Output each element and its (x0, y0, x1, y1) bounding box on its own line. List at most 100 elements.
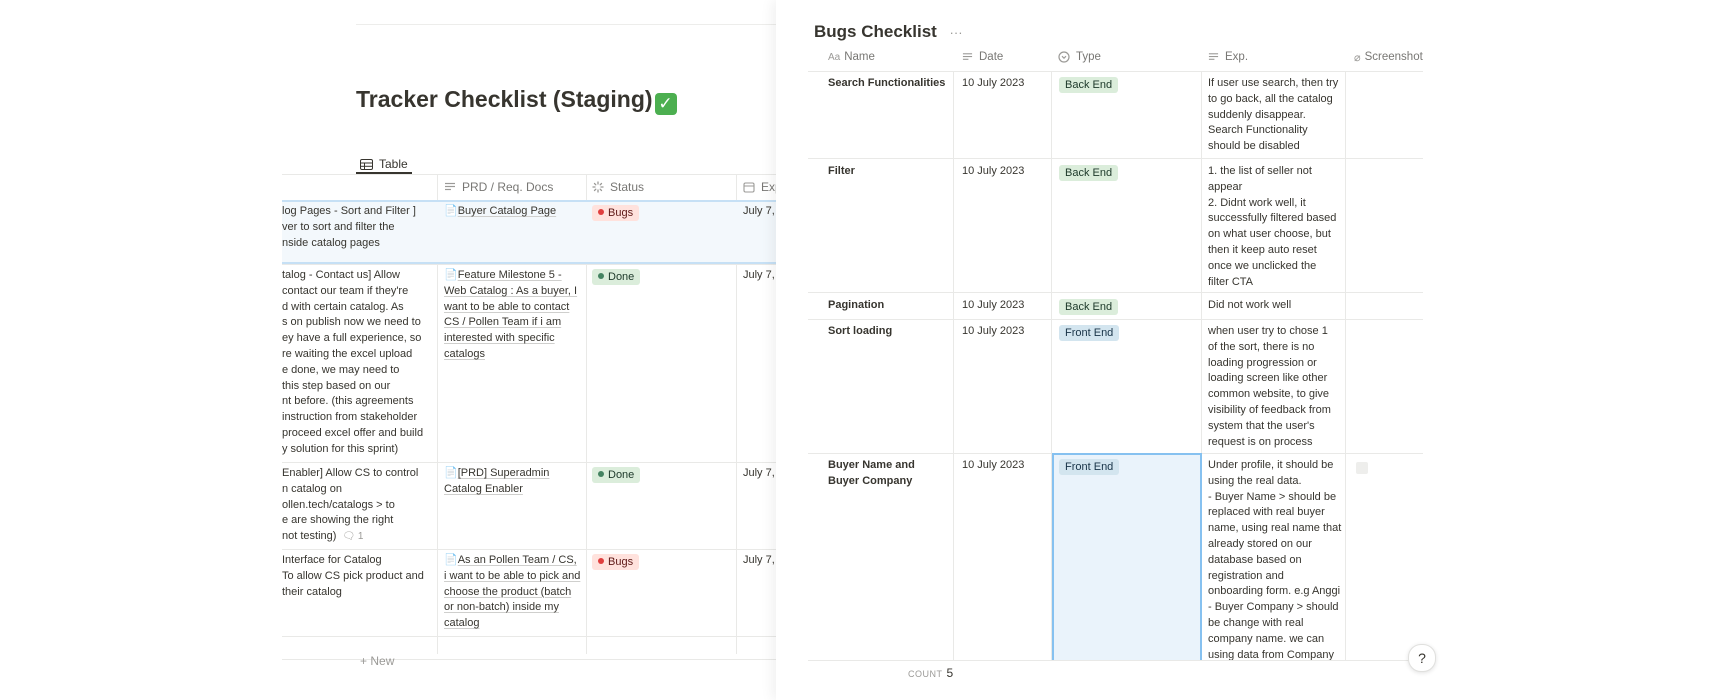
status-badge: Done (592, 467, 641, 483)
row-title[interactable]: Enabler] Allow CS to control n catalog o… (282, 466, 437, 545)
row-title-line: log Pages - Sort and Filter ] (282, 205, 416, 217)
bug-explanation[interactable]: when user try to chose 1 of the sort, th… (1208, 324, 1344, 450)
page-top-divider (356, 24, 776, 25)
exp-date[interactable]: July 7, (743, 553, 775, 569)
bug-name[interactable]: Filter (828, 164, 948, 180)
status-cell[interactable]: Done (592, 467, 641, 484)
exp-line: onboarding form. e.g Anggi (1208, 585, 1341, 598)
prd-doc-link[interactable]: 📄Feature Milestone 5 - Web Catalog : As … (444, 268, 582, 363)
bug-explanation[interactable]: Did not work well (1208, 298, 1344, 314)
bug-date[interactable]: 10 July 2023 (962, 164, 1024, 180)
page-title-text: Tracker Checklist (Staging) (356, 86, 653, 112)
bug-date[interactable]: 10 July 2023 (962, 324, 1024, 340)
exp-line: registration and (1208, 569, 1284, 582)
bug-name[interactable]: Buyer Name and Buyer Company (828, 458, 948, 490)
type-cell[interactable]: Back End (1059, 165, 1119, 182)
bug-date[interactable]: 10 July 2023 (962, 298, 1024, 314)
status-dot (598, 273, 604, 279)
prd-doc-text: As an Pollen Team / CS, i want to be abl… (444, 554, 581, 630)
prd-doc-text: Feature Milestone 5 - Web Catalog : As a… (444, 269, 578, 360)
bugs-checklist-panel: Bugs Checklist ··· Aa Name Date Type Exp… (776, 0, 1727, 700)
type-badge: Back End (1059, 299, 1119, 315)
exp-line: company name. we can (1208, 632, 1325, 645)
status-badge-label: Done (608, 271, 635, 283)
column-header-prd[interactable]: PRD / Req. Docs (444, 174, 553, 200)
status-loader-icon (592, 181, 604, 193)
column-header-type[interactable]: Type (1058, 44, 1101, 70)
exp-line: system that the user's (1208, 419, 1315, 432)
type-badge: Back End (1059, 165, 1119, 181)
prd-doc-link[interactable]: 📄As an Pollen Team / CS, i want to be ab… (444, 553, 582, 632)
exp-line: Did not work well (1208, 299, 1292, 311)
row-title-line: d with certain catalog. As (282, 300, 404, 313)
text-lines-icon (1208, 53, 1219, 60)
column-divider (1345, 71, 1346, 660)
exp-line: successfully filtered based (1208, 212, 1337, 225)
row-title[interactable]: talog - Contact us] Allow contact our te… (282, 268, 437, 458)
screenshot-thumbnail[interactable] (1356, 462, 1368, 474)
prd-doc-link[interactable]: 📄[PRD] Superadmin Catalog Enabler (444, 466, 582, 498)
bug-name[interactable]: Sort loading (828, 324, 948, 340)
exp-line: appear (1208, 180, 1243, 193)
column-header-exp[interactable]: Exp. (1208, 44, 1248, 70)
comment-indicator[interactable]: 🗨 1 (342, 531, 363, 542)
selected-type-cell[interactable] (1052, 453, 1202, 660)
table-icon (360, 158, 373, 170)
row-title[interactable]: log Pages - Sort and Filter ] ver to sor… (282, 204, 437, 251)
row-title[interactable]: Interface for Catalog To allow CS pick p… (282, 553, 437, 600)
exp-line: filter CTA (1208, 275, 1254, 288)
status-dot (598, 558, 604, 564)
exp-line: using data from Company (1208, 648, 1334, 660)
exp-line: when user try to chose 1 (1208, 325, 1328, 337)
help-button[interactable]: ? (1408, 644, 1436, 672)
status-cell[interactable]: Bugs (592, 205, 640, 222)
column-header-screenshot[interactable]: ⌀ Screenshot bugs (1354, 44, 1423, 70)
check-mark-emoji: ✓ (654, 93, 677, 115)
row-title-line: re waiting the excel upload (282, 347, 413, 360)
type-cell[interactable]: Front End (1059, 459, 1120, 476)
row-border (808, 158, 1423, 159)
table-bottom-border (808, 660, 1423, 661)
exp-line: If user use search, then try (1208, 77, 1339, 89)
bug-explanation[interactable]: 1. the list of seller not appear 2. Didn… (1208, 164, 1344, 290)
page-title[interactable]: Tracker Checklist (Staging) ✓ (356, 86, 677, 115)
bug-explanation[interactable]: Under profile, it should be using the re… (1208, 458, 1344, 660)
comment-count: 1 (357, 531, 364, 543)
exp-date[interactable]: July 7, (743, 204, 775, 220)
type-cell[interactable]: Back End (1059, 77, 1119, 94)
bug-date[interactable]: 10 July 2023 (962, 458, 1024, 474)
row-title-line: y solution for this sprint) (282, 442, 399, 455)
type-badge: Front End (1059, 325, 1120, 341)
prd-doc-text: [PRD] Superadmin Catalog Enabler (444, 467, 550, 495)
new-row-button[interactable]: + New (360, 654, 394, 668)
exp-line: Under profile, it should be (1208, 459, 1334, 471)
type-cell[interactable]: Front End (1059, 325, 1120, 342)
exp-date[interactable]: July 7, (743, 268, 775, 284)
calendar-icon (743, 182, 755, 193)
type-badge: Back End (1059, 77, 1119, 93)
exp-line: 2. Didnt work well, it (1208, 196, 1306, 209)
bug-name[interactable]: Pagination (828, 298, 948, 314)
row-title-line: e done, we may need to (282, 363, 400, 376)
status-cell[interactable]: Done (592, 269, 641, 286)
exp-line: - Buyer Company > should (1208, 601, 1339, 614)
column-header-name[interactable]: Aa Name (828, 44, 875, 70)
text-lines-icon (445, 182, 455, 191)
status-cell[interactable]: Bugs (592, 554, 640, 571)
count-label: COUNT (908, 669, 943, 679)
bug-date[interactable]: 10 July 2023 (962, 76, 1024, 92)
column-header-prd-label: PRD / Req. Docs (462, 180, 554, 194)
bug-explanation[interactable]: If user use search, then try to go back,… (1208, 76, 1344, 155)
more-options-icon[interactable]: ··· (950, 25, 963, 40)
column-header-date[interactable]: Date (962, 44, 1003, 70)
exp-line: database based on (1208, 553, 1302, 566)
prd-doc-link[interactable]: 📄Buyer Catalog Page (444, 204, 582, 220)
status-dot (598, 471, 604, 477)
row-title-line: this step based on our (282, 379, 391, 392)
bug-name[interactable]: Search Functionalities (828, 76, 948, 92)
column-header-exp[interactable]: Exp (743, 174, 776, 200)
type-cell[interactable]: Back End (1059, 299, 1119, 316)
row-border (282, 462, 776, 463)
column-header-status[interactable]: Status (592, 174, 644, 200)
exp-date[interactable]: July 7, (743, 466, 775, 482)
